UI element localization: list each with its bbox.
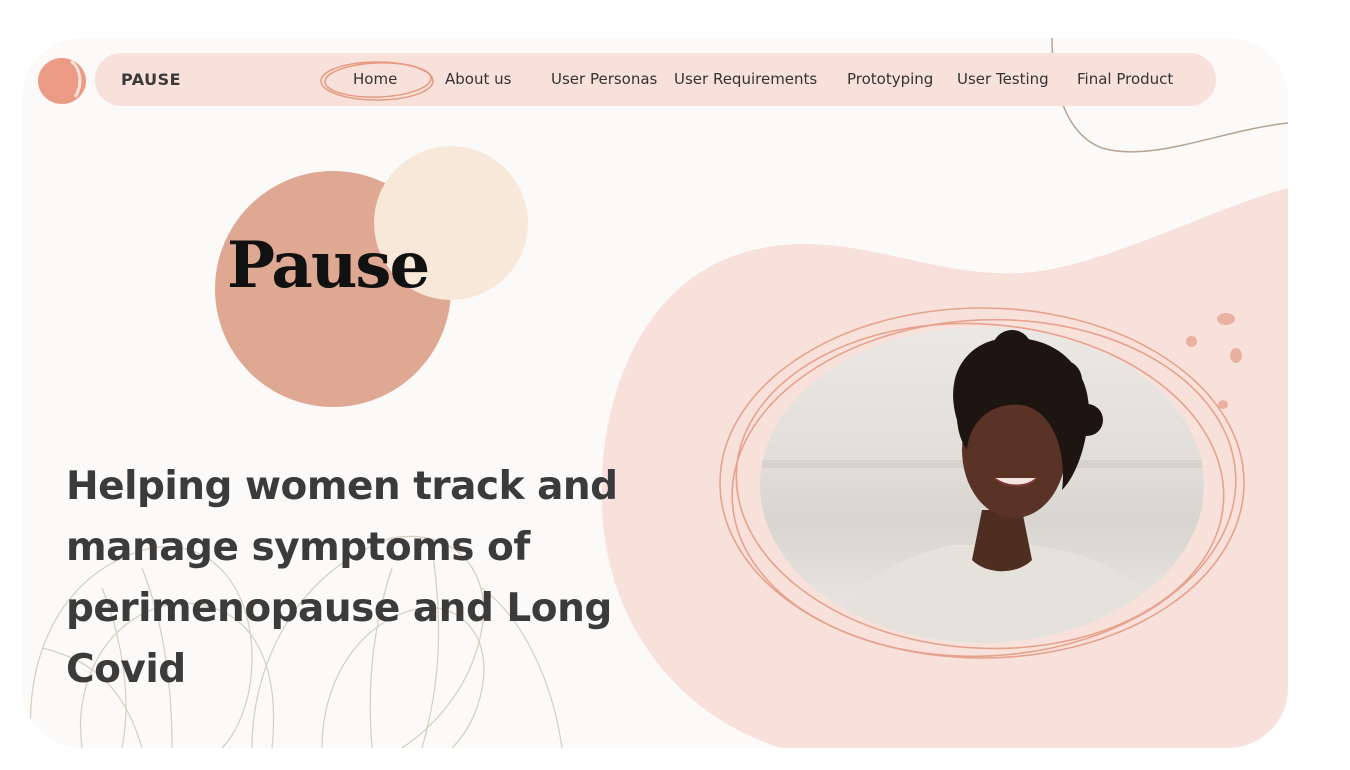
- hero-card: Pause Helping women track and manage sym…: [22, 38, 1288, 748]
- top-navigation: PAUSE Home About us User Personas User R…: [95, 53, 1216, 106]
- nav-item-user-personas[interactable]: User Personas: [551, 70, 657, 88]
- nav-item-home[interactable]: Home: [353, 70, 397, 88]
- nav-item-prototyping[interactable]: Prototyping: [847, 70, 933, 88]
- nav-item-final-product[interactable]: Final Product: [1077, 70, 1173, 88]
- hero-tagline: Helping women track and manage symptoms …: [66, 464, 618, 692]
- hero-title: Pause: [227, 228, 430, 303]
- logo-icon[interactable]: [37, 57, 87, 105]
- nav-item-user-testing[interactable]: User Testing: [957, 70, 1049, 88]
- decorative-rings: [719, 307, 1245, 659]
- nav-item-user-requirements[interactable]: User Requirements: [674, 70, 817, 88]
- nav-item-about-us[interactable]: About us: [445, 70, 511, 88]
- brand-logo-text[interactable]: PAUSE: [121, 70, 181, 89]
